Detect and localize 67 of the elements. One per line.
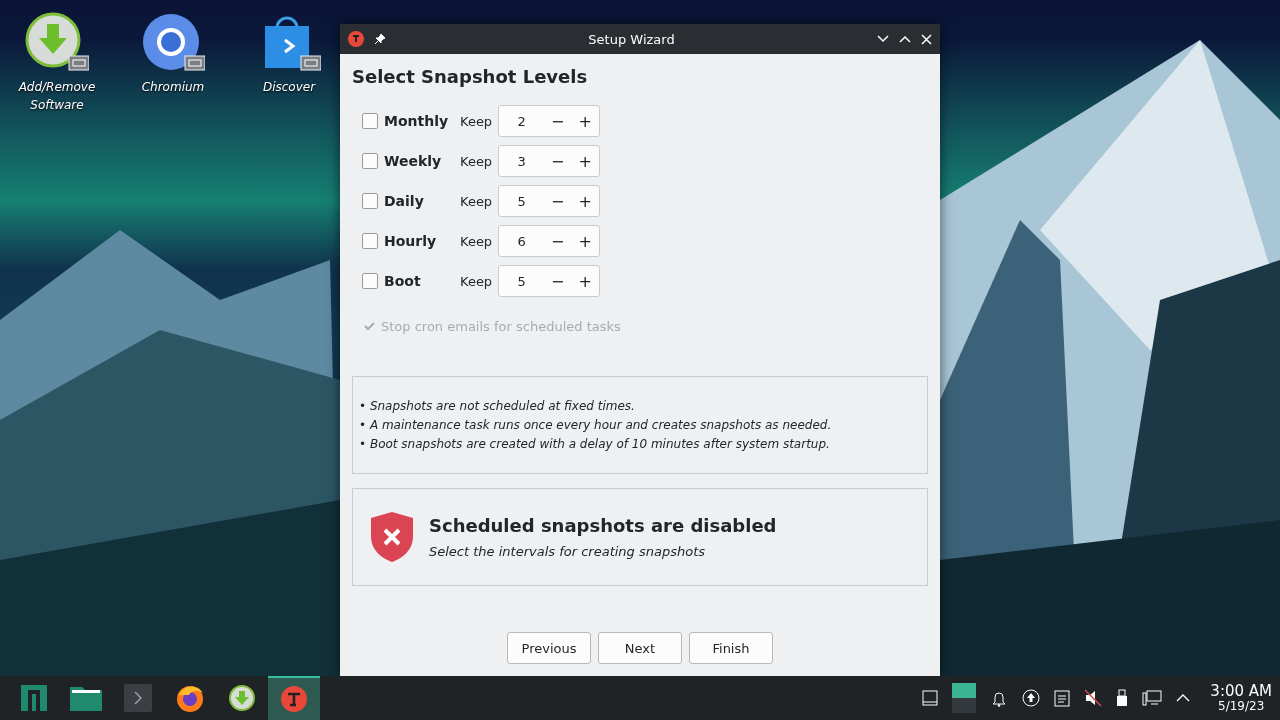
folder-icon[interactable]	[70, 685, 102, 711]
spin-box[interactable]: 6 − +	[498, 225, 600, 257]
download-icon[interactable]	[25, 12, 89, 72]
level-label: Boot	[384, 273, 422, 289]
clock-time[interactable]: 3:00 AM	[1210, 683, 1272, 699]
keep-label: Keep	[460, 193, 494, 209]
chevron-up-icon[interactable]	[1176, 694, 1191, 702]
window-title: Setup Wizard	[587, 31, 676, 47]
note-line: • Snapshots are not scheduled at fixed times.	[359, 397, 636, 415]
checkbox[interactable]	[362, 153, 378, 169]
status-title: Scheduled snapshots are disabled	[429, 515, 777, 536]
level-label: Daily	[384, 193, 425, 209]
increment-button[interactable]: +	[571, 231, 599, 251]
decrement-button[interactable]: −	[544, 231, 572, 251]
keep-label: Keep	[460, 113, 494, 129]
app-logo-icon	[348, 31, 364, 47]
desktop-icon-label[interactable]: Chromium	[141, 78, 205, 96]
pager-icon[interactable]	[952, 683, 977, 713]
page-heading: Select Snapshot Levels	[352, 66, 589, 87]
update-icon[interactable]	[1022, 689, 1041, 707]
decrement-button[interactable]: −	[544, 111, 572, 131]
decrement-button[interactable]: −	[544, 151, 572, 171]
desktop-icon-label[interactable]: Discover	[262, 78, 316, 96]
spin-box[interactable]: 5 − +	[498, 185, 600, 217]
desktop-icon-label[interactable]: Add/Remove Software	[2, 78, 112, 114]
keep-label: Keep	[460, 153, 494, 169]
decrement-button[interactable]: −	[544, 191, 572, 211]
browser-icon[interactable]	[141, 12, 205, 72]
keep-label: Keep	[460, 273, 494, 289]
wizard-button[interactable]: Finish	[689, 632, 773, 664]
increment-button[interactable]: +	[571, 111, 599, 131]
muted-speaker-icon[interactable]	[1084, 689, 1103, 707]
note-line: • A maintenance task runs once every hour and creates snapshots as needed.	[359, 416, 833, 434]
network-icon[interactable]	[1142, 689, 1163, 707]
status-subtitle: Select the intervals for creating snapshots	[429, 544, 707, 559]
spin-box[interactable]: 3 − +	[498, 145, 600, 177]
level-label: Weekly	[384, 153, 443, 169]
pin-icon[interactable]	[374, 33, 386, 45]
wizard-button[interactable]: Previous	[507, 632, 591, 664]
maximize-icon[interactable]	[899, 35, 911, 43]
checkbox[interactable]	[362, 193, 378, 209]
menu-logo-icon[interactable]	[21, 685, 47, 711]
increment-button[interactable]: +	[571, 271, 599, 291]
minimize-icon[interactable]	[877, 35, 889, 43]
taskbar-button[interactable]	[268, 676, 320, 720]
spin-box[interactable]: 2 − +	[498, 105, 600, 137]
wizard-button[interactable]: Next	[598, 632, 682, 664]
note-line: • Boot snapshots are created with a delay of 10 minutes after system startup.	[359, 435, 831, 453]
decrement-button[interactable]: −	[544, 271, 572, 291]
level-label: Hourly	[384, 233, 438, 249]
download-icon[interactable]	[228, 684, 256, 712]
clipboard-icon[interactable]	[1054, 689, 1071, 707]
fox-globe-icon[interactable]	[175, 683, 205, 713]
increment-button[interactable]: +	[571, 151, 599, 171]
usb-drive-icon[interactable]	[1116, 689, 1129, 707]
keep-label: Keep	[460, 233, 494, 249]
spin-box[interactable]: 5 − +	[498, 265, 600, 297]
checkbox[interactable]	[362, 113, 378, 129]
level-label: Monthly	[384, 113, 450, 129]
close-icon[interactable]	[921, 33, 932, 45]
shield-error-icon	[369, 510, 415, 564]
increment-button[interactable]: +	[571, 191, 599, 211]
stop-cron-label: Stop cron emails for scheduled tasks	[381, 319, 621, 334]
checkbox[interactable]	[362, 273, 378, 289]
clock-date[interactable]: 5/19/23	[1218, 699, 1265, 713]
show-desktop-icon[interactable]	[922, 690, 939, 706]
checkbox[interactable]	[362, 233, 378, 249]
